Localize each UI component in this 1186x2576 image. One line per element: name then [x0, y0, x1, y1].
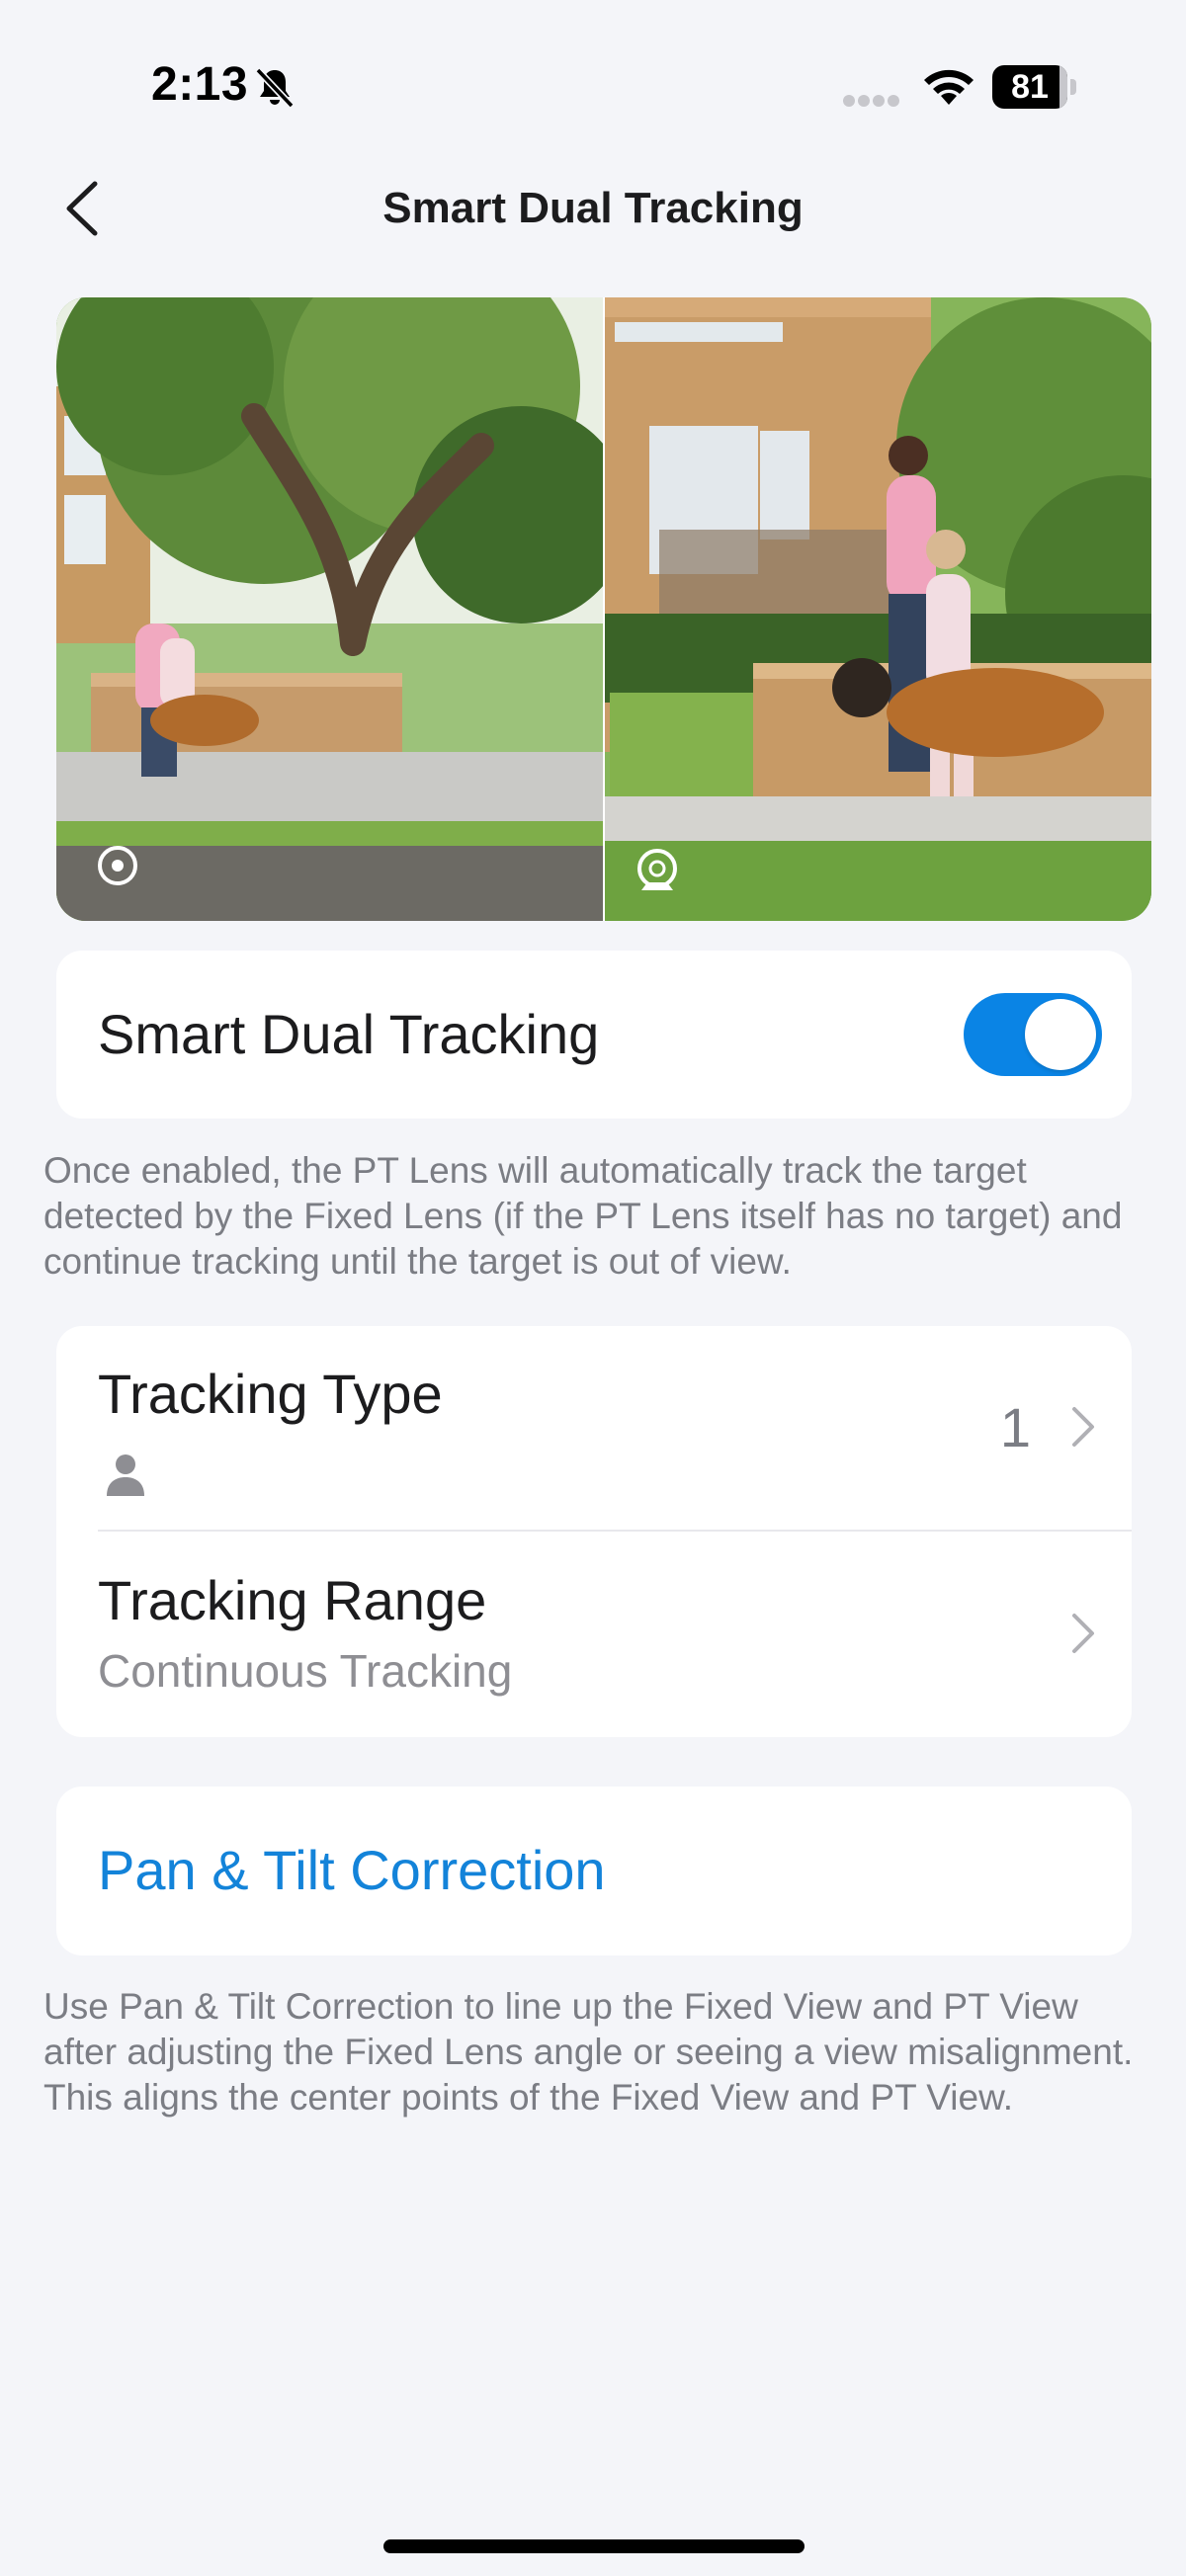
tracking-type-label: Tracking Type [98, 1363, 443, 1425]
chevron-right-icon [1072, 1614, 1094, 1653]
tracking-type-value: 1 [999, 1396, 1031, 1458]
smart-dual-tracking-toggle[interactable] [964, 993, 1102, 1076]
pan-tilt-correction-card[interactable]: Pan & Tilt Correction [56, 1787, 1132, 1955]
battery-icon: 81 [992, 65, 1077, 109]
person-icon [107, 1454, 144, 1496]
page-title: Smart Dual Tracking [382, 184, 804, 232]
chevron-right-icon [1072, 1407, 1094, 1447]
tracking-range-row[interactable]: Tracking Range Continuous Tracking [56, 1533, 1132, 1737]
pt-view-image [605, 297, 1151, 921]
signal-icon [843, 95, 899, 107]
tracking-range-label: Tracking Range [98, 1569, 487, 1631]
smart-dual-tracking-description: Once enabled, the PT Lens will automatic… [43, 1150, 1123, 1282]
fixed-view-image [56, 297, 630, 921]
tracking-range-value: Continuous Tracking [98, 1645, 513, 1697]
row-divider [98, 1530, 1132, 1532]
pan-tilt-correction-description: Use Pan & Tilt Correction to line up the… [43, 1986, 1134, 2118]
status-time: 2:13 [151, 58, 249, 111]
bell-slash-icon [255, 67, 295, 109]
pan-tilt-correction-link[interactable]: Pan & Tilt Correction [98, 1838, 606, 1902]
smart-dual-tracking-card: Smart Dual Tracking [56, 951, 1132, 1119]
dual-view-preview-image [56, 297, 1151, 921]
toggle-knob [1025, 999, 1096, 1070]
smart-dual-tracking-label: Smart Dual Tracking [98, 1003, 600, 1065]
tracking-settings-card: Tracking Type 1 Tracking Range Continuou… [56, 1326, 1132, 1737]
tracking-type-row[interactable]: Tracking Type 1 [56, 1326, 1132, 1532]
home-indicator[interactable] [383, 2539, 805, 2553]
battery-level: 81 [1011, 68, 1049, 106]
wifi-icon [924, 69, 974, 105]
